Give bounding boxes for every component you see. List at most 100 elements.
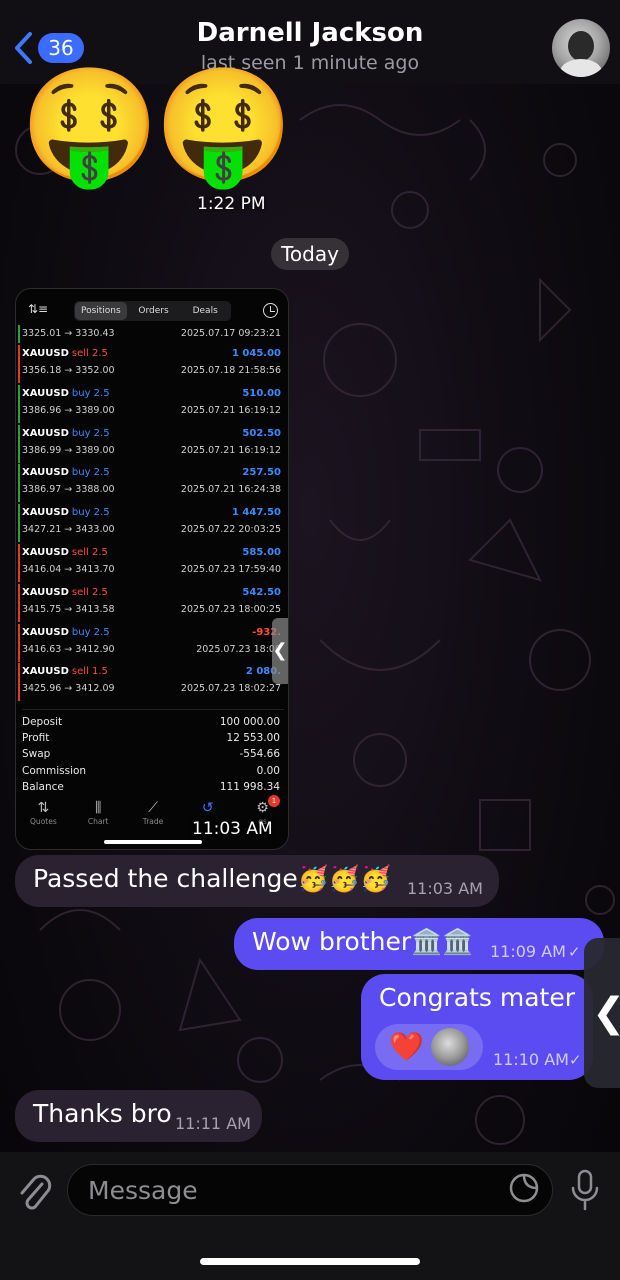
tab-positions: Positions (75, 302, 127, 320)
trade-row: XAUUSD buy 2.5 -932. 3416.63 → 3412.90 2025.… (18, 623, 286, 662)
sticker-icon[interactable] (508, 1172, 540, 1204)
contact-avatar[interactable] (552, 19, 610, 77)
summary-row: Commission 0.00 (22, 765, 284, 781)
trade-symbol: XAUUSD buy 2.5 (22, 507, 110, 518)
trade-row-edge (18, 663, 20, 702)
trade-symbol-text: XAUUSD (22, 387, 69, 399)
summary-value: 100 000.00 (219, 716, 280, 728)
trade-date: 2025.07.23 18:00:25 (180, 603, 281, 615)
trade-symbol: XAUUSD buy 2.5 (22, 627, 110, 638)
trade-prices: 3386.97 → 3388.00 (22, 484, 115, 496)
trade-date: 2025.07.21 16:24:38 (180, 484, 281, 496)
trade-row-edge (18, 544, 20, 582)
trade-row: XAUUSD sell 2.5 542.50 3415.75 → 3413.58 202… (18, 583, 286, 622)
money-face-sticker[interactable]: 🤑 (20, 70, 159, 182)
trade-symbol-text: XAUUSD (22, 666, 69, 678)
summary-label: Commission (22, 764, 87, 777)
outgoing-message[interactable]: Wow brother🏛️🏛️ 11:09 AM ✓ (234, 918, 604, 970)
history-icon: ↺ (201, 800, 214, 816)
trade-profit: 542.50 (242, 586, 281, 598)
microphone-icon[interactable] (568, 1168, 602, 1212)
trade-row: XAUUSD buy 2.5 510.00 3386.96 → 3389.00 2025… (18, 384, 286, 423)
tabbar-label: Chart (87, 817, 109, 826)
tabbar-label: Quotes (30, 817, 57, 826)
contact-name[interactable]: Darnell Jackson (0, 18, 620, 48)
chevron-left-icon: ❮ (592, 990, 620, 1036)
trade-row-edge (18, 464, 20, 503)
trade-prices: 3415.75 → 3413.58 (22, 603, 115, 615)
trade-row: 3325.01 → 3330.43 2025.07.17 09:23:21 (18, 325, 286, 343)
trade-row-edge (18, 623, 20, 662)
photo-side-handle[interactable]: ❮ (272, 618, 288, 684)
trade-symbol: XAUUSD sell 1.5 (22, 666, 108, 677)
trade-symbol: XAUUSD sell 2.5 (22, 587, 108, 598)
summary-label: Swap (22, 748, 51, 761)
trade-symbol: XAUUSD buy 2.5 (22, 428, 110, 439)
trade-direction: buy 2.5 (71, 626, 110, 638)
trade-symbol-text: XAUUSD (22, 626, 69, 638)
trade-prices: 3427.21 → 3433.00 (22, 524, 115, 536)
trade-date: 2025.07.23 18:00 (196, 643, 281, 655)
trade-icon: ⟋ (148, 800, 158, 816)
chart-icon: ⫼ (94, 800, 102, 816)
summary-row: Profit 12 553.00 (22, 732, 284, 748)
trade-profit: 1 447.50 (231, 507, 281, 519)
trade-direction: buy 2.5 (71, 467, 110, 479)
trade-date: 2025.07.18 21:58:56 (180, 365, 281, 376)
money-face-sticker[interactable]: 🤑 (154, 70, 293, 182)
message-text: Thanks bro (33, 1099, 172, 1128)
incoming-message[interactable]: Thanks bro 11:11 AM (15, 1090, 262, 1142)
trade-prices: 3386.96 → 3389.00 (22, 404, 115, 416)
screenshot-photo-message[interactable]: ⇅≡ Positions Orders Deals 3325.01 → 3330… (15, 288, 289, 850)
trade-direction: buy 2.5 (71, 507, 110, 519)
trade-row-edge (18, 504, 20, 543)
trade-symbol: XAUUSD buy 2.5 (22, 467, 110, 478)
trade-profit: 502.50 (242, 427, 281, 439)
trade-row: XAUUSD buy 2.5 257.50 3386.97 → 3388.00 2025… (18, 464, 286, 503)
settings-icon: ⚙ (256, 800, 269, 816)
outgoing-message[interactable]: Congrats mater ❤️ 11:10 AM ✓ (361, 974, 593, 1080)
side-panel-handle[interactable]: ❮ (584, 938, 620, 1088)
paperclip-icon[interactable] (16, 1170, 52, 1214)
trade-symbol-text: XAUUSD (22, 427, 69, 439)
trade-symbol-text: XAUUSD (22, 547, 69, 558)
reactor-avatar (431, 1028, 469, 1066)
photo-home-indicator (104, 840, 202, 844)
summary-row: Deposit 100 000.00 (22, 716, 284, 732)
trade-row: XAUUSD buy 2.5 502.50 3386.99 → 3389.00 2025… (18, 424, 286, 463)
summary-label: Deposit (22, 716, 63, 728)
summary-value: -554.66 (239, 748, 280, 761)
trade-prices: 3386.99 → 3389.00 (22, 444, 115, 456)
message-time: 11:09 AM (490, 942, 566, 961)
trade-symbol: XAUUSD sell 2.5 (22, 547, 108, 558)
tabbar-item: ⫼ Chart (71, 793, 126, 833)
heart-reaction-icon: ❤️ (389, 1030, 424, 1063)
trade-row-edge (18, 424, 20, 463)
trade-date: 2025.07.23 18:02:27 (180, 683, 281, 695)
trade-prices: 3356.18 → 3352.00 (22, 365, 115, 376)
message-text: Congrats mater (379, 983, 575, 1012)
tabbar-label: Trade (142, 817, 164, 826)
trade-prices: 3416.63 → 3412.90 (22, 643, 115, 655)
trade-symbol-text: XAUUSD (22, 507, 69, 519)
trade-symbol: XAUUSD buy 2.5 (22, 388, 110, 399)
avatar-face (568, 31, 594, 61)
message-text: Passed the challenge🥳🥳🥳 (33, 864, 392, 893)
trade-row-edge (18, 384, 20, 423)
trade-prices: 3416.04 → 3413.70 (22, 564, 115, 575)
trade-date: 2025.07.21 16:19:12 (180, 404, 281, 416)
message-input[interactable]: Message (67, 1164, 553, 1216)
trade-row: XAUUSD sell 2.5 585.00 3416.04 → 3413.70 202… (18, 544, 286, 582)
trade-row-edge (18, 583, 20, 622)
trade-symbol-text: XAUUSD (22, 467, 69, 479)
message-placeholder: Message (88, 1176, 198, 1205)
summary-value: 0.00 (256, 764, 280, 777)
sort-icon: ⇅≡ (28, 302, 49, 316)
message-time: 11:11 AM (175, 1114, 251, 1133)
reaction-pill[interactable]: ❤️ (375, 1024, 483, 1070)
tab-deals: Deals (192, 306, 218, 316)
trade-row: XAUUSD buy 2.5 1 447.50 3427.21 → 3433.00 20… (18, 504, 286, 543)
incoming-message[interactable]: Passed the challenge🥳🥳🥳 11:03 AM (15, 855, 499, 907)
home-indicator (200, 1258, 420, 1265)
read-check-icon: ✓ (569, 1051, 582, 1069)
